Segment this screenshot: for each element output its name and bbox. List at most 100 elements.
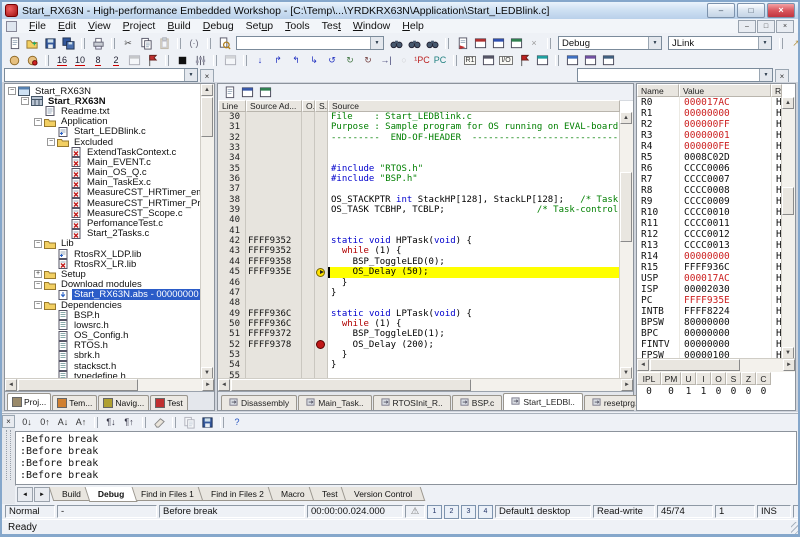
watch-combo-close-icon[interactable]: ×: [775, 69, 789, 83]
flag-value[interactable]: 1: [681, 385, 696, 398]
onchip-break-column[interactable]: [302, 309, 315, 319]
onchip-break-column[interactable]: [302, 215, 315, 225]
reset-cpu-icon[interactable]: [5, 54, 23, 68]
document-icon[interactable]: [6, 21, 17, 32]
onchip-break-column[interactable]: [302, 112, 315, 122]
open-file-icon[interactable]: [23, 36, 41, 50]
register-row[interactable]: R11CCCC0011H: [637, 218, 782, 229]
software-break-column[interactable]: [315, 340, 328, 350]
software-break-column[interactable]: [315, 246, 328, 256]
software-break-column[interactable]: [315, 350, 328, 360]
flag-value[interactable]: 0: [637, 385, 661, 398]
code-line[interactable]: 36#include "BSP.h": [218, 174, 620, 184]
go-icon[interactable]: ↻: [341, 54, 359, 68]
onchip-break-column[interactable]: [302, 319, 315, 329]
software-break-column[interactable]: [315, 153, 328, 163]
register-row[interactable]: R8CCCC0008H: [637, 185, 782, 196]
memory-window-icon[interactable]: [479, 54, 497, 68]
save-all-icon[interactable]: [59, 36, 77, 50]
sort-0-down-icon[interactable]: 0↓: [18, 416, 36, 430]
tab-scroll-left-icon[interactable]: ◄: [17, 487, 33, 502]
watch-window-icon[interactable]: [563, 54, 581, 68]
software-break-column[interactable]: [315, 174, 328, 184]
collapse-icon[interactable]: −: [34, 118, 42, 126]
collapse-icon[interactable]: −: [21, 97, 29, 105]
register-row[interactable]: R10CCCC0010H: [637, 207, 782, 218]
onchip-break-column[interactable]: [302, 133, 315, 143]
code-line[interactable]: 52FFFF9378 OS_Delay (200);: [218, 340, 620, 350]
tree-item[interactable]: Readme.txt: [5, 106, 201, 116]
cut-icon[interactable]: ✂: [119, 36, 137, 50]
menu-file[interactable]: File: [23, 20, 52, 32]
code-line[interactable]: 31Purpose : Sample program for OS runnin…: [218, 122, 620, 132]
output-close-icon[interactable]: ×: [2, 415, 15, 428]
radix-binary-icon[interactable]: 2: [107, 54, 125, 68]
search-combo[interactable]: ▼: [236, 36, 384, 50]
show-source-icon[interactable]: [220, 85, 238, 99]
display-pc-icon[interactable]: PC: [431, 54, 449, 68]
view-disassembly-icon[interactable]: [238, 85, 256, 99]
chevron-down-icon[interactable]: ▼: [648, 37, 661, 49]
chevron-down-icon[interactable]: ▼: [759, 69, 772, 81]
output-text[interactable]: :Before break:Before break:Before break:…: [15, 431, 797, 485]
tree-item[interactable]: −Download modules: [5, 280, 201, 290]
previous-entry-icon[interactable]: ¶↑: [120, 416, 138, 430]
tree-item[interactable]: PerfomanceTest.c: [5, 218, 201, 228]
code-line[interactable]: 47}: [218, 288, 620, 298]
menu-edit[interactable]: Edit: [52, 20, 82, 32]
menu-project[interactable]: Project: [117, 20, 162, 32]
onchip-break-column[interactable]: [302, 360, 315, 370]
tree-item[interactable]: Start_2Tasks.c: [5, 229, 201, 239]
code-area[interactable]: 30File : Start_LEDBlink.c31Purpose : Sam…: [218, 112, 620, 379]
register-row[interactable]: R13CCCC0013H: [637, 240, 782, 251]
output-tab-versioncontrol[interactable]: Version Control: [341, 487, 426, 501]
register-row[interactable]: R50008C02DH: [637, 152, 782, 163]
tree-item[interactable]: Main_TaskEx.c: [5, 178, 201, 188]
register-row[interactable]: R15FFFF936CH: [637, 262, 782, 273]
onchip-break-column[interactable]: [302, 184, 315, 194]
find-next-icon[interactable]: [423, 36, 441, 50]
onchip-break-column[interactable]: [302, 143, 315, 153]
breakpoint-icon[interactable]: [316, 340, 325, 349]
sort-0-up-icon[interactable]: 0↑: [36, 416, 54, 430]
desktop-4-icon[interactable]: 4: [478, 505, 493, 519]
menu-debug[interactable]: Debug: [197, 20, 240, 32]
tree-item[interactable]: RTOS.h: [5, 341, 201, 351]
software-break-column[interactable]: [315, 288, 328, 298]
workspace-tab-navig[interactable]: Navig...: [98, 395, 149, 410]
tree-item[interactable]: −Dependencies: [5, 300, 201, 310]
collapse-icon[interactable]: −: [34, 240, 42, 248]
code-line[interactable]: 45FFFF935E OS_Delay (50);: [218, 267, 620, 277]
collapse-icon[interactable]: −: [34, 281, 42, 289]
mdi-close-button[interactable]: ×: [776, 20, 794, 33]
software-break-column[interactable]: [315, 122, 328, 132]
reset-go-icon[interactable]: [23, 54, 41, 68]
code-line[interactable]: 35#include "RTOS.h": [218, 164, 620, 174]
software-break-column[interactable]: [315, 267, 328, 277]
onchip-break-column[interactable]: [302, 236, 315, 246]
register-row[interactable]: R12CCCC0012H: [637, 229, 782, 240]
onchip-break-column[interactable]: [302, 350, 315, 360]
software-break-column[interactable]: [315, 278, 328, 288]
go-to-cursor-icon[interactable]: →|: [377, 54, 395, 68]
chevron-down-icon[interactable]: ▼: [758, 37, 771, 49]
register-row[interactable]: R6CCCC0006H: [637, 163, 782, 174]
register-row[interactable]: R0000017ACH: [637, 97, 782, 108]
onchip-break-column[interactable]: [302, 288, 315, 298]
radix-hex-icon[interactable]: 16: [53, 54, 71, 68]
chevron-down-icon[interactable]: ▼: [184, 69, 197, 81]
menu-tools[interactable]: Tools: [279, 20, 316, 32]
radix-decimal-icon[interactable]: 10: [71, 54, 89, 68]
workspace-tab-test[interactable]: Test: [150, 395, 188, 410]
collapse-icon[interactable]: −: [8, 87, 16, 95]
register-row[interactable]: ISP00002030H: [637, 284, 782, 295]
toggle-breakpoint-icon[interactable]: [143, 54, 161, 68]
tree-item[interactable]: stacksct.h: [5, 361, 201, 371]
onchip-break-column[interactable]: [302, 153, 315, 163]
register-row[interactable]: FINTV00000000H: [637, 339, 782, 350]
trace-window-icon[interactable]: [533, 54, 551, 68]
tree-item[interactable]: sbrk.h: [5, 351, 201, 361]
tree-item[interactable]: lowsrc.h: [5, 320, 201, 330]
update-dependencies-icon[interactable]: [507, 36, 525, 50]
onchip-break-column[interactable]: [302, 257, 315, 267]
